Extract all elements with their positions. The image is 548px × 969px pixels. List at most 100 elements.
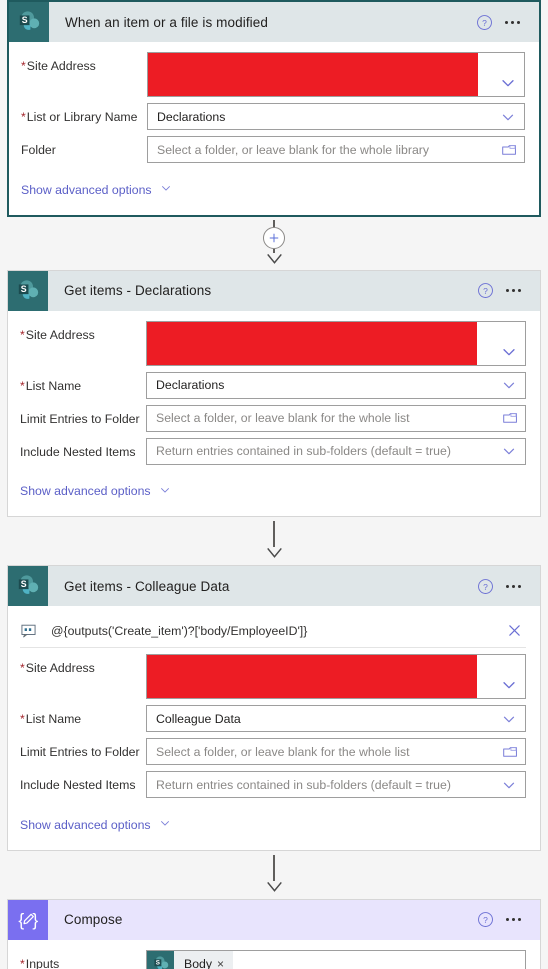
chevron-down-icon[interactable] (499, 442, 519, 460)
more-options-icon[interactable] (500, 911, 526, 929)
token-input-field[interactable]: Body × (146, 949, 526, 969)
field-label: *Site Address (20, 654, 146, 676)
action-card-compose[interactable]: Compose *Inputs Body × (7, 898, 541, 969)
close-icon[interactable] (504, 622, 524, 639)
help-icon[interactable] (475, 13, 493, 31)
field-placeholder: Select a folder, or leave blank for the … (156, 744, 410, 759)
show-advanced-options-label: Show advanced options (21, 182, 152, 197)
insert-step-button[interactable] (263, 226, 285, 249)
field-input[interactable] (147, 52, 525, 97)
card-title: Compose (64, 912, 123, 927)
chevron-down-icon[interactable] (499, 343, 519, 361)
action-card-get-items-declarations[interactable]: Get items - Declarations *Site Address *Li… (7, 269, 541, 517)
chevron-down-icon[interactable] (158, 816, 172, 833)
chevron-down-icon[interactable] (499, 676, 519, 694)
card-header-actions (476, 282, 540, 300)
field-label-text: Site Address (26, 59, 96, 73)
card-header[interactable]: Get items - Colleague Data (8, 566, 540, 606)
show-advanced-options-label: Show advanced options (20, 817, 151, 832)
folder-picker-icon[interactable] (501, 744, 519, 760)
required-asterisk: * (20, 378, 25, 393)
field-row: *List Name Colleague Data (20, 705, 526, 732)
folder-picker-icon[interactable] (501, 410, 519, 426)
card-title: Get items - Declarations (64, 283, 212, 298)
card-header-actions (475, 13, 539, 31)
dot (517, 584, 521, 588)
chevron-down-icon[interactable] (159, 181, 173, 198)
field-label-text: List Name (25, 378, 82, 393)
field-input[interactable] (146, 654, 526, 699)
field-row: Limit Entries to Folder Select a folder, … (20, 738, 526, 765)
required-asterisk: * (20, 327, 25, 342)
dot (511, 584, 515, 588)
chevron-down-icon[interactable] (498, 108, 518, 126)
token-remove-icon[interactable]: × (217, 957, 233, 969)
help-icon[interactable] (476, 577, 494, 595)
dot (517, 918, 521, 921)
field-label-text: Include Nested Items (20, 778, 136, 792)
field-input[interactable]: Colleague Data (146, 705, 526, 732)
field-input[interactable]: Return entries contained in sub-folders … (146, 437, 526, 465)
field-input[interactable]: Declarations (147, 103, 525, 130)
field-placeholder: Return entries contained in sub-folders … (156, 444, 451, 458)
card-header-actions (476, 911, 540, 929)
chevron-down-icon[interactable] (158, 483, 172, 500)
show-advanced-options-link[interactable]: Show advanced options (20, 816, 172, 833)
help-icon[interactable] (476, 911, 494, 929)
dropdown-chevron-wrap[interactable] (477, 655, 525, 698)
token-sharepoint-icon (147, 950, 174, 969)
field-row: Folder Select a folder, or leave blank fo… (21, 136, 525, 163)
field-input[interactable] (146, 320, 526, 366)
card-body: *Inputs Body × (8, 939, 540, 969)
field-label: *List Name (20, 705, 146, 727)
card-body: *Site Address *List or Library Name Declar… (9, 42, 539, 215)
connector-line (273, 521, 275, 547)
field-input[interactable]: Select a folder, or leave blank for the … (146, 404, 526, 432)
card-header[interactable]: When an item or a file is modified (9, 2, 539, 42)
field-input[interactable]: Return entries contained in sub-folders … (146, 771, 526, 798)
more-options-icon[interactable] (500, 577, 526, 595)
show-advanced-options-link[interactable]: Show advanced options (20, 483, 172, 500)
field-label-text: List Name (25, 712, 82, 726)
chevron-down-icon[interactable] (499, 710, 519, 728)
field-placeholder: Return entries contained in sub-folders … (156, 777, 451, 792)
dropdown-chevron-wrap[interactable] (478, 53, 524, 96)
sharepoint-icon (8, 566, 48, 606)
action-card-when-item-or-file-modified[interactable]: When an item or a file is modified * Site … (7, 0, 541, 217)
field-input[interactable]: Declarations (146, 371, 526, 399)
card-header[interactable]: Compose (8, 899, 540, 940)
show-advanced-options-link[interactable]: Show advanced options (21, 181, 173, 198)
connector-line (273, 219, 275, 227)
flow-connector (7, 217, 541, 270)
more-options-icon[interactable] (499, 13, 525, 31)
field-row: Limit Entries to Folder Select a folder, … (20, 404, 526, 432)
field-label-text: Site Address (25, 661, 95, 675)
field-value: Declarations (156, 378, 225, 392)
field-label: Limit Entries to Folder (20, 738, 146, 760)
chevron-down-icon[interactable] (499, 776, 519, 794)
field-label: Include Nested Items (20, 438, 146, 460)
field-value: Colleague Data (156, 711, 241, 726)
action-card-get-items-colleague-data[interactable]: Get items - Colleague Data @{outputs('Cre… (7, 565, 541, 851)
comment-icon (20, 623, 42, 639)
required-asterisk: * (20, 661, 25, 675)
field-row: *Site Address (20, 654, 526, 699)
field-placeholder: Select a folder, or leave blank for the … (156, 411, 410, 425)
chevron-down-icon[interactable] (499, 376, 519, 394)
dropdown-chevron-wrap[interactable] (477, 322, 525, 365)
field-input[interactable]: Select a folder, or leave blank for the … (146, 738, 526, 765)
help-icon[interactable] (476, 282, 494, 300)
arrow-head-icon (266, 253, 283, 265)
chevron-down-icon[interactable] (498, 74, 518, 92)
card-header[interactable]: Get items - Declarations (8, 270, 540, 311)
more-options-icon[interactable] (500, 282, 526, 300)
folder-picker-icon[interactable] (500, 142, 518, 158)
field-label-text: Limit Entries to Folder (20, 745, 140, 759)
token-chip[interactable]: Body × (147, 950, 234, 969)
dot (505, 289, 509, 292)
show-advanced-options-label: Show advanced options (20, 484, 151, 498)
flow-connector (7, 851, 541, 899)
field-input[interactable]: Select a folder, or leave blank for the … (147, 136, 525, 163)
required-asterisk: * (21, 110, 26, 124)
compose-braces-icon (8, 899, 48, 940)
